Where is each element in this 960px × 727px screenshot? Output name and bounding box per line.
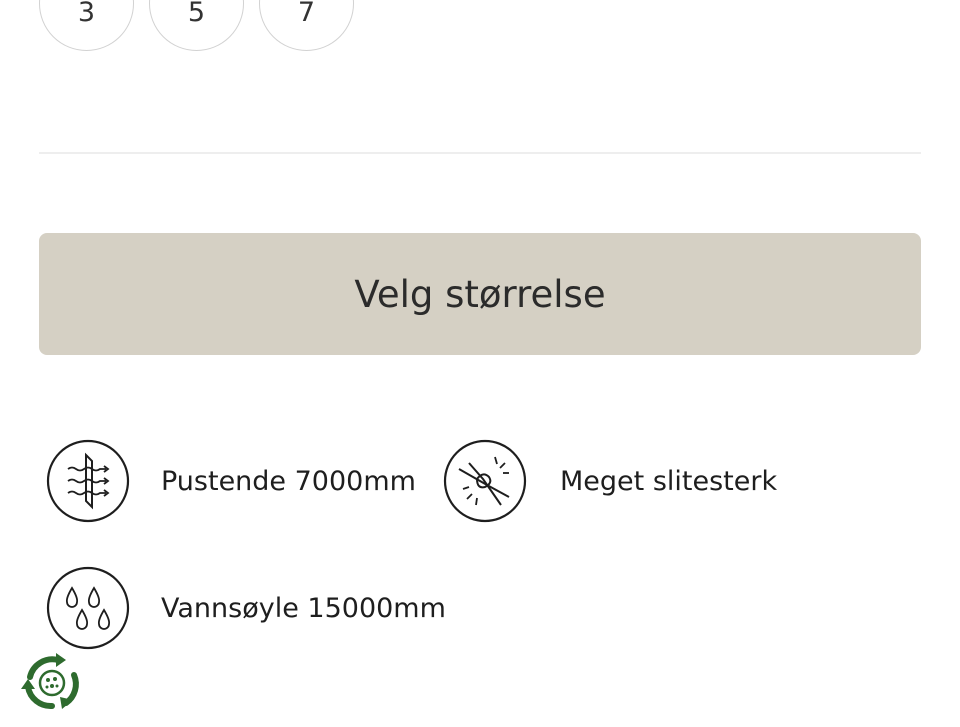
size-option-label: 3	[77, 0, 96, 28]
size-option-7[interactable]: 7	[259, 0, 354, 51]
section-divider	[39, 152, 921, 154]
durable-fabric-icon	[443, 439, 527, 523]
feature-label: Meget slitesterk	[560, 465, 778, 497]
size-option-label: 7	[297, 0, 316, 28]
feature-water-column: Vannsøyle 15000mm	[46, 566, 446, 650]
feature-label: Pustende 7000mm	[161, 465, 416, 497]
feature-durable: Meget slitesterk	[443, 439, 777, 523]
recycle-eco-icon[interactable]	[16, 647, 88, 719]
select-size-button[interactable]: Velg størrelse	[39, 233, 921, 355]
size-option-5[interactable]: 5	[149, 0, 244, 51]
size-selector: 3 5 7	[39, 0, 354, 51]
feature-label: Vannsøyle 15000mm	[161, 592, 446, 624]
breathable-fabric-icon	[46, 439, 130, 523]
product-page: 3 5 7 Velg størrelse Pustende 7000mm Meg…	[0, 0, 960, 727]
feature-breathable: Pustende 7000mm	[46, 439, 416, 523]
size-option-3[interactable]: 3	[39, 0, 134, 51]
size-option-label: 5	[187, 0, 206, 28]
water-drops-icon	[46, 566, 130, 650]
